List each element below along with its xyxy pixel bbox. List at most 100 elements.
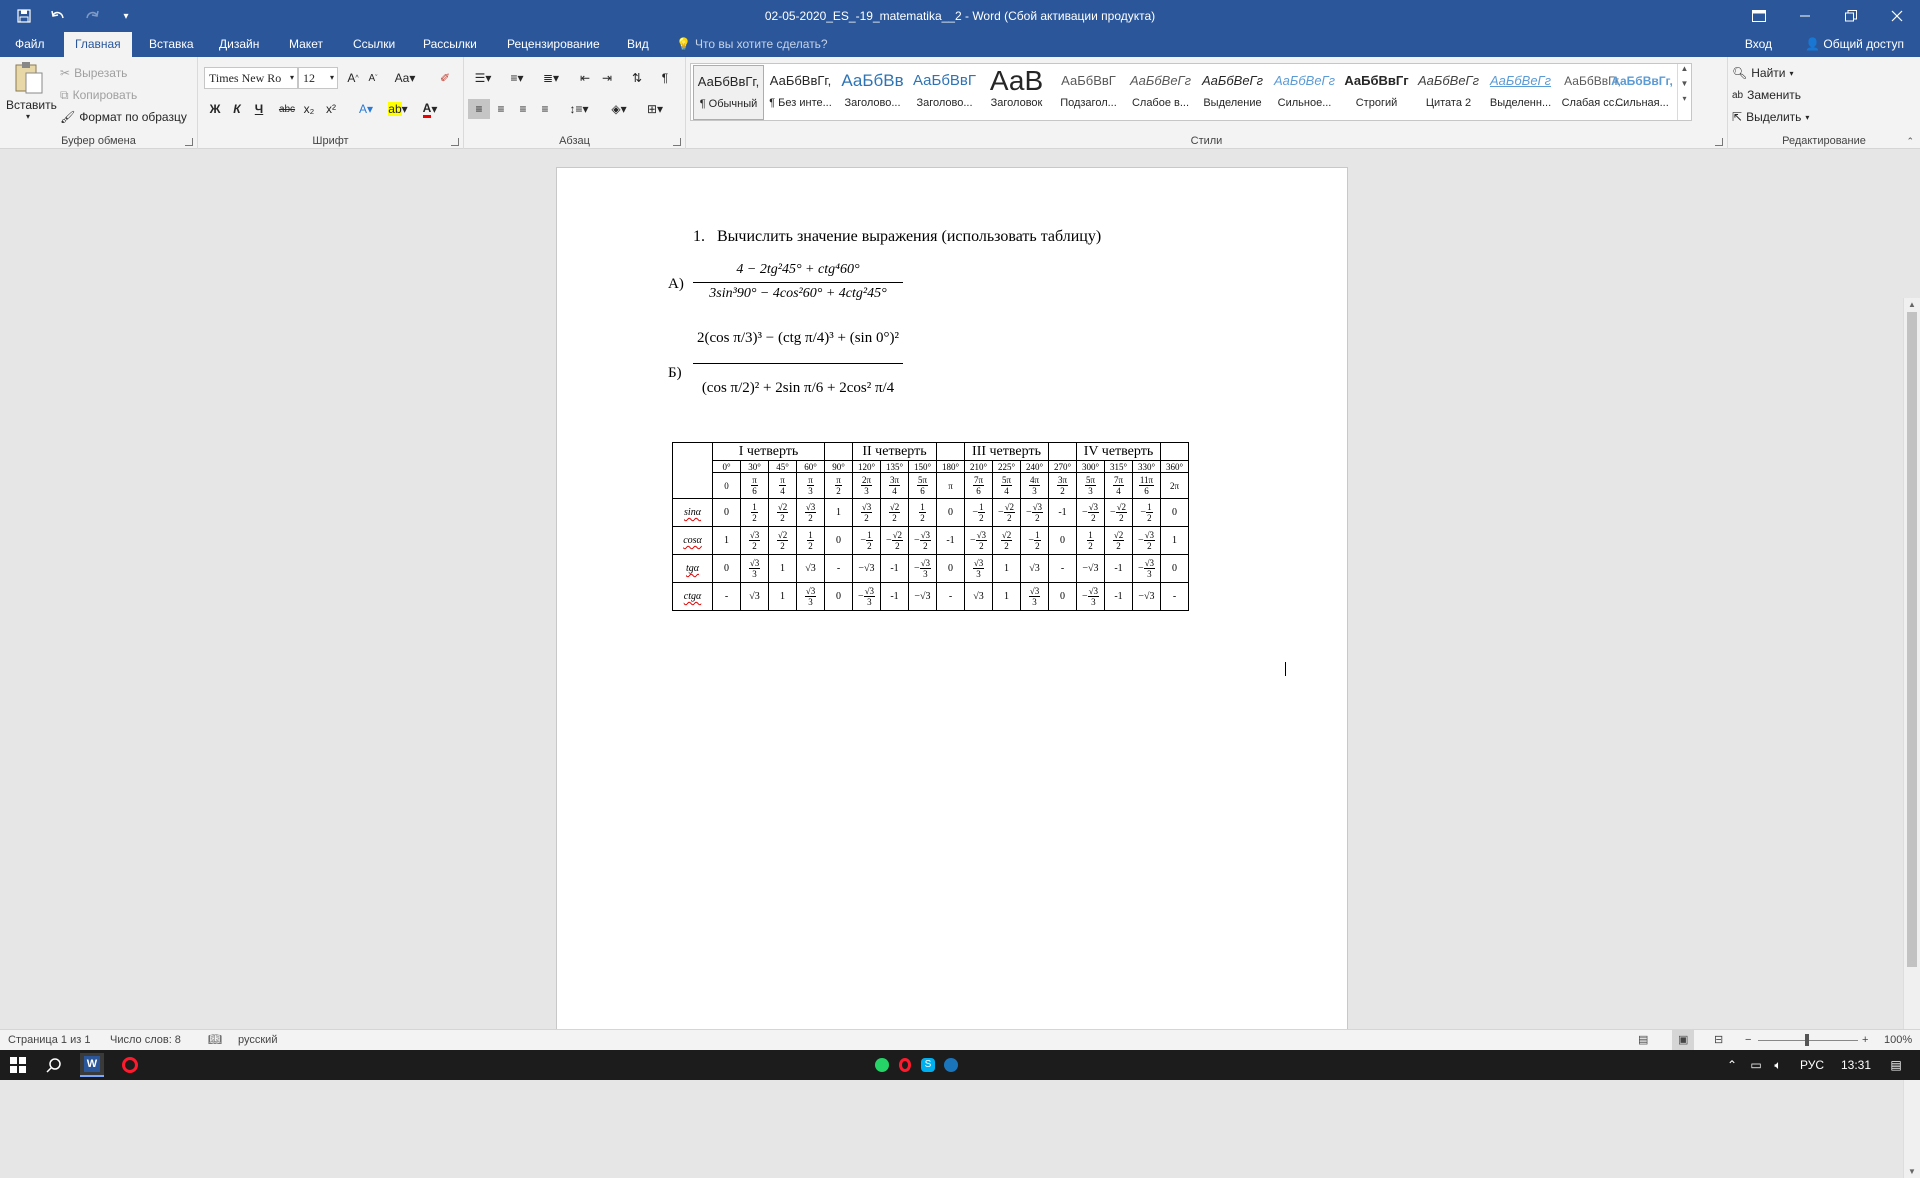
multilevel-list-icon[interactable]: ≣▾: [536, 68, 566, 88]
style-intense-quote[interactable]: АаБбВеГг Выделенн...: [1485, 65, 1556, 120]
collapse-ribbon-icon[interactable]: ⌃: [1906, 136, 1914, 147]
scroll-thumb[interactable]: [1907, 312, 1917, 967]
gallery-scrollbar[interactable]: ▲ ▼ ▾: [1677, 64, 1691, 120]
subscript-button[interactable]: x₂: [298, 99, 320, 119]
search-icon[interactable]: [42, 1053, 66, 1077]
notifications-icon[interactable]: ▤: [1884, 1053, 1908, 1077]
underline-button[interactable]: Ч: [248, 99, 270, 119]
chevron-up-icon[interactable]: ▲: [1678, 64, 1691, 73]
align-left-icon[interactable]: ≡: [468, 99, 490, 119]
numbering-icon[interactable]: ≡▾: [502, 68, 532, 88]
zoom-in-icon[interactable]: +: [1862, 1030, 1868, 1051]
increase-indent-icon[interactable]: ⇥: [596, 68, 618, 88]
clear-formatting-icon[interactable]: ✐: [434, 68, 456, 88]
grow-font-button[interactable]: A ^: [342, 68, 364, 88]
font-color-icon[interactable]: A ▾: [416, 99, 444, 119]
tab-design[interactable]: Дизайн: [208, 32, 270, 57]
read-mode-icon[interactable]: ▤: [1638, 1030, 1648, 1051]
whatsapp-tray-icon[interactable]: [870, 1053, 894, 1077]
style-subtle-emphasis[interactable]: АаБбВеГг Слабое в...: [1125, 65, 1196, 120]
style-quote2[interactable]: АаБбВеГг Цитата 2: [1413, 65, 1484, 120]
decrease-indent-icon[interactable]: ⇤: [574, 68, 596, 88]
style-no-spacing[interactable]: АаБбВвГг, ¶ Без инте...: [765, 65, 836, 120]
find-button[interactable]: 🔍︎ Найти ▾: [1732, 63, 1794, 83]
tab-view[interactable]: Вид: [616, 32, 660, 57]
web-layout-icon[interactable]: ⊟: [1714, 1030, 1723, 1051]
align-right-icon[interactable]: ≡: [512, 99, 534, 119]
page-indicator[interactable]: Страница 1 из 1: [8, 1030, 90, 1051]
opera-tray-icon[interactable]: [893, 1053, 917, 1077]
word-app-icon[interactable]: W: [80, 1053, 104, 1077]
bullets-icon[interactable]: ☰▾: [468, 68, 498, 88]
word-count[interactable]: Число слов: 8: [110, 1030, 181, 1051]
show-marks-icon[interactable]: ¶: [654, 68, 676, 88]
style-normal[interactable]: АаБбВвГг, ¶ Обычный: [693, 65, 764, 120]
sort-icon[interactable]: ⇅: [626, 68, 648, 88]
clock[interactable]: 13:31: [1836, 1053, 1876, 1077]
scroll-down-icon[interactable]: ▼: [1908, 1167, 1916, 1176]
borders-icon[interactable]: ⊞▾: [640, 99, 670, 119]
style-strong[interactable]: АаБбВвГг Строгий: [1341, 65, 1412, 120]
style-title[interactable]: АаВ Заголовок: [981, 65, 1052, 120]
proofing-icon[interactable]: 📖︎: [208, 1030, 222, 1051]
zoom-level[interactable]: 100%: [1884, 1030, 1912, 1051]
scroll-up-icon[interactable]: ▲: [1908, 300, 1916, 309]
style-emphasis[interactable]: АаБбВеГг Выделение: [1197, 65, 1268, 120]
format-painter-button[interactable]: 🖌 Формат по образцу: [60, 107, 187, 127]
shrink-font-button[interactable]: Aˇ: [362, 68, 384, 88]
cut-button[interactable]: ✂ Вырезать: [60, 63, 127, 83]
select-button[interactable]: ⇱ Выделить ▾: [1732, 107, 1809, 127]
restore-icon[interactable]: [1828, 0, 1874, 32]
tab-layout[interactable]: Макет: [278, 32, 334, 57]
line-spacing-icon[interactable]: ↕≡▾: [564, 99, 594, 119]
clipboard-launcher-icon[interactable]: [185, 138, 193, 146]
style-subtitle[interactable]: АаБбВвГ Подзагол...: [1053, 65, 1124, 120]
document-page[interactable]: 1. Вычислить значение выражения (использ…: [556, 167, 1348, 1037]
chevron-down-icon[interactable]: ▼: [1678, 79, 1691, 88]
windows-start-icon[interactable]: [6, 1053, 30, 1077]
italic-button[interactable]: К: [226, 99, 248, 119]
change-case-button[interactable]: Aa ▾: [390, 68, 420, 88]
justify-icon[interactable]: ≡: [534, 99, 556, 119]
style-intense-emphasis[interactable]: АаБбВеГг Сильное...: [1269, 65, 1340, 120]
volume-icon[interactable]: 🔈︎: [1766, 1053, 1790, 1077]
styles-launcher-icon[interactable]: [1715, 138, 1723, 146]
tab-review[interactable]: Рецензирование: [496, 32, 611, 57]
style-heading2[interactable]: АаБбВвГ Заголово...: [909, 65, 980, 120]
sign-in-link[interactable]: Вход: [1745, 32, 1772, 57]
zoom-out-icon[interactable]: −: [1745, 1030, 1751, 1051]
tell-me-box[interactable]: 💡 Что вы хотите сделать?: [676, 32, 828, 57]
input-language[interactable]: РУС: [1796, 1053, 1828, 1077]
minimize-icon[interactable]: [1782, 0, 1828, 32]
highlight-icon[interactable]: ab ▾: [384, 99, 412, 119]
show-hidden-icons-icon[interactable]: ⌃: [1720, 1053, 1744, 1077]
style-intense-reference[interactable]: АаБбВвГг, Сильная...: [1607, 65, 1677, 120]
tab-references[interactable]: Ссылки: [342, 32, 406, 57]
font-name-combo[interactable]: Times New Ro ▾: [204, 67, 298, 89]
copy-button[interactable]: ⧉ Копировать: [60, 85, 137, 105]
text-effects-icon[interactable]: A▾: [352, 99, 380, 119]
tab-insert[interactable]: Вставка: [138, 32, 205, 57]
tab-home[interactable]: Главная: [64, 32, 132, 57]
align-center-icon[interactable]: ≡: [490, 99, 512, 119]
steam-tray-icon[interactable]: [939, 1053, 963, 1077]
skype-tray-icon[interactable]: S: [916, 1053, 940, 1077]
paragraph-launcher-icon[interactable]: [673, 138, 681, 146]
font-launcher-icon[interactable]: [451, 138, 459, 146]
gallery-more-icon[interactable]: ▾: [1678, 94, 1691, 103]
font-size-combo[interactable]: 12 ▾: [298, 67, 338, 89]
replace-button[interactable]: ab Заменить: [1732, 85, 1801, 105]
tab-file[interactable]: Файл: [4, 32, 56, 57]
tab-mailings[interactable]: Рассылки: [412, 32, 488, 57]
shading-icon[interactable]: ◈▾: [604, 99, 634, 119]
close-icon[interactable]: [1874, 0, 1920, 32]
paste-dropdown-icon[interactable]: ▾: [6, 112, 50, 121]
bold-button[interactable]: Ж: [204, 99, 226, 119]
network-icon[interactable]: ▭: [1744, 1053, 1768, 1077]
superscript-button[interactable]: x²: [320, 99, 342, 119]
style-heading1[interactable]: АаБбВв Заголово...: [837, 65, 908, 120]
ribbon-display-icon[interactable]: [1736, 0, 1782, 32]
zoom-slider-thumb[interactable]: [1805, 1034, 1809, 1046]
strikethrough-button[interactable]: abc: [276, 99, 298, 119]
language-indicator[interactable]: русский: [238, 1030, 277, 1051]
